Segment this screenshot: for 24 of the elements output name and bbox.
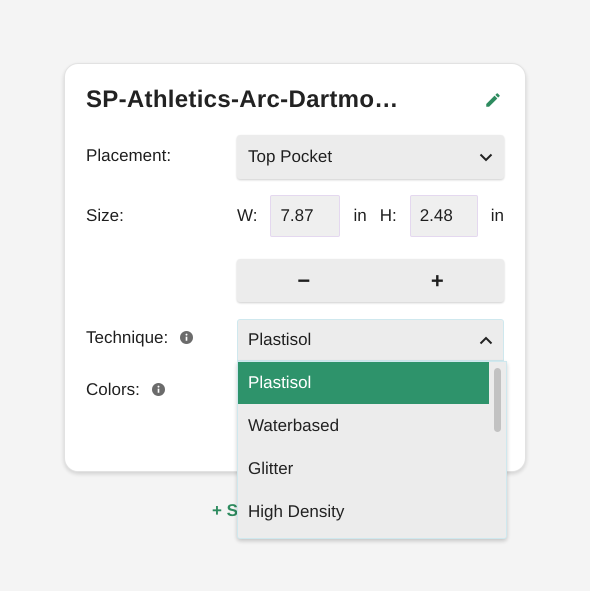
info-icon [152, 383, 165, 396]
decrease-button[interactable]: − [237, 259, 370, 302]
dropdown-option[interactable]: High Density [238, 490, 489, 533]
placement-select[interactable]: Top Pocket [237, 135, 504, 179]
height-input[interactable]: 2.48 [410, 195, 478, 237]
field-label: Size: [86, 205, 125, 227]
technique-select[interactable]: Plastisol [237, 319, 504, 361]
field-label: Placement: [86, 145, 172, 167]
add-link[interactable]: + S [212, 501, 238, 520]
field-label: Colors: [86, 379, 140, 401]
card-title: SP-Athletics-Arc-Dartmo… [86, 85, 399, 115]
pencil-icon[interactable] [484, 91, 502, 109]
unit-label: in [353, 205, 367, 228]
info-icon [180, 331, 194, 344]
height-label: H: [380, 205, 397, 228]
width-label: W: [237, 205, 258, 228]
scrollbar[interactable] [494, 368, 501, 432]
field-label: Technique: [86, 327, 168, 349]
unit-label: in [490, 205, 504, 228]
width-input[interactable]: 7.87 [270, 195, 340, 237]
dropdown-option[interactable]: Plastisol [238, 362, 489, 404]
increase-button[interactable]: + [370, 259, 504, 302]
dropdown-option[interactable]: Waterbased [238, 404, 489, 447]
dropdown-option[interactable]: Glitter [238, 447, 489, 490]
